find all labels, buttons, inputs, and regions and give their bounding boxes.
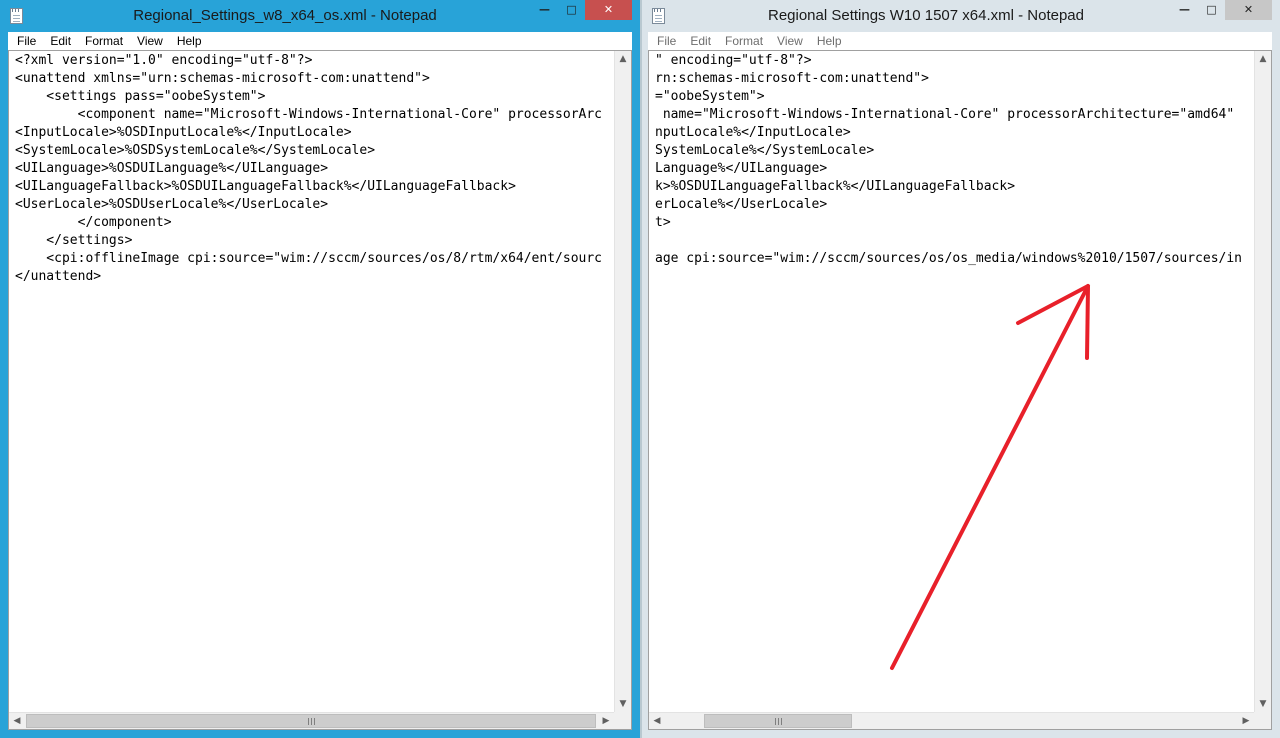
text-line: <UserLocale>%OSDUserLocale%</UserLocale> (15, 197, 329, 212)
text-line: </unattend> (15, 269, 102, 284)
title-bar[interactable]: Regional Settings W10 1507 x64.xml - Not… (642, 0, 1280, 32)
menu-format[interactable]: Format (78, 34, 130, 48)
text-line: k>%OSDUILanguageFallback%</UILanguageFal… (655, 179, 1016, 194)
window-client: File Edit Format View Help " encoding="u… (648, 32, 1272, 730)
window-title: Regional Settings W10 1507 x64.xml - Not… (767, 7, 1084, 24)
text-line: <InputLocale>%OSDInputLocale%</InputLoca… (15, 125, 352, 140)
menu-view[interactable]: View (130, 34, 170, 48)
scroll-up-arrow-icon[interactable]: ▲ (615, 51, 631, 67)
scrollbar-corner (1254, 712, 1271, 729)
scroll-left-arrow-icon[interactable]: ◀ (9, 713, 25, 729)
window-controls: — □ ✕ (531, 0, 632, 20)
text-line: t> (655, 215, 671, 230)
title-bar[interactable]: Regional_Settings_w8_x64_os.xml - Notepa… (0, 0, 640, 32)
maximize-button[interactable]: □ (1198, 0, 1225, 20)
maximize-button[interactable]: □ (558, 0, 585, 20)
scroll-right-arrow-icon[interactable]: ▶ (598, 713, 614, 729)
grip-icon (775, 718, 782, 725)
menu-edit[interactable]: Edit (683, 34, 718, 48)
menu-format[interactable]: Format (718, 34, 770, 48)
minimize-button[interactable]: — (1171, 0, 1198, 20)
horizontal-scrollbar[interactable]: ◀ ▶ (9, 712, 614, 729)
text-line: </settings> (15, 233, 133, 248)
menu-file[interactable]: File (10, 34, 43, 48)
text-line: <UILanguageFallback>%OSDUILanguageFallba… (15, 179, 516, 194)
vertical-scrollbar[interactable]: ▲ ▼ (614, 51, 631, 712)
text-line: </component> (15, 215, 172, 230)
menu-bar: File Edit Format View Help (648, 32, 1272, 50)
text-line: erLocale%</UserLocale> (655, 197, 828, 212)
text-line: <?xml version="1.0" encoding="utf-8"?> (15, 53, 313, 68)
window-controls: — □ ✕ (1171, 0, 1272, 20)
scroll-right-arrow-icon[interactable]: ▶ (1238, 713, 1254, 729)
text-editor[interactable]: <?xml version="1.0" encoding="utf-8"?> <… (8, 50, 632, 730)
editor-text-area[interactable]: " encoding="utf-8"?> rn:schemas-microsof… (649, 51, 1254, 712)
scroll-down-arrow-icon[interactable]: ▼ (615, 696, 631, 712)
menu-view[interactable]: View (770, 34, 810, 48)
text-line: <settings pass="oobeSystem"> (15, 89, 266, 104)
close-button[interactable]: ✕ (1225, 0, 1272, 20)
editor-text-area[interactable]: <?xml version="1.0" encoding="utf-8"?> <… (9, 51, 614, 712)
text-line: <component name="Microsoft-Windows-Inter… (15, 107, 602, 122)
window-client: File Edit Format View Help <?xml version… (8, 32, 632, 730)
menu-help[interactable]: Help (810, 34, 849, 48)
text-line: <SystemLocale>%OSDSystemLocale%</SystemL… (15, 143, 376, 158)
notepad-window-right: Regional Settings W10 1507 x64.xml - Not… (640, 0, 1280, 738)
menu-help[interactable]: Help (170, 34, 209, 48)
notepad-app-icon[interactable] (10, 8, 23, 24)
notepad-app-icon[interactable] (652, 8, 665, 24)
text-line: Language%</UILanguage> (655, 161, 828, 176)
menu-bar: File Edit Format View Help (8, 32, 632, 50)
text-line: <UILanguage>%OSDUILanguage%</UILanguage> (15, 161, 329, 176)
grip-icon (308, 718, 315, 725)
scroll-up-arrow-icon[interactable]: ▲ (1255, 51, 1271, 67)
window-title: Regional_Settings_w8_x64_os.xml - Notepa… (133, 7, 437, 24)
text-line: <unattend xmlns="urn:schemas-microsoft-c… (15, 71, 430, 86)
text-line: <cpi:offlineImage cpi:source="wim://sccm… (15, 251, 602, 266)
scrollbar-corner (614, 712, 631, 729)
text-line: " encoding="utf-8"?> (655, 53, 812, 68)
minimize-button[interactable]: — (531, 0, 558, 20)
text-line: name="Microsoft-Windows-International-Co… (655, 107, 1235, 122)
scroll-down-arrow-icon[interactable]: ▼ (1255, 696, 1271, 712)
notepad-window-left: Regional_Settings_w8_x64_os.xml - Notepa… (0, 0, 640, 738)
close-button[interactable]: ✕ (585, 0, 632, 20)
text-line: ="oobeSystem"> (655, 89, 765, 104)
horizontal-scrollbar[interactable]: ◀ ▶ (649, 712, 1254, 729)
horizontal-scroll-thumb[interactable] (26, 714, 596, 728)
horizontal-scroll-thumb[interactable] (704, 714, 852, 728)
text-line (655, 232, 1254, 250)
menu-file[interactable]: File (650, 34, 683, 48)
text-line: nputLocale%</InputLocale> (655, 125, 851, 140)
menu-edit[interactable]: Edit (43, 34, 78, 48)
text-editor[interactable]: " encoding="utf-8"?> rn:schemas-microsof… (648, 50, 1272, 730)
vertical-scrollbar[interactable]: ▲ ▼ (1254, 51, 1271, 712)
scroll-left-arrow-icon[interactable]: ◀ (649, 713, 665, 729)
text-line: rn:schemas-microsoft-com:unattend"> (655, 71, 929, 86)
text-line: age cpi:source="wim://sccm/sources/os/os… (655, 251, 1242, 266)
text-line: SystemLocale%</SystemLocale> (655, 143, 875, 158)
